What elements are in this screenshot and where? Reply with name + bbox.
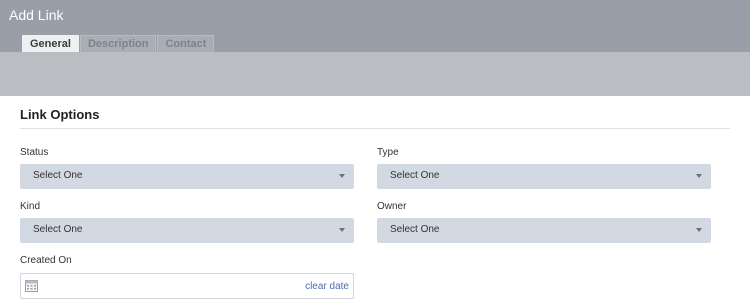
owner-select[interactable]: Select One [377, 218, 711, 243]
dialog-header: Add Link General Description Contact [0, 0, 750, 96]
chevron-down-icon [339, 228, 345, 232]
owner-select-value: Select One [390, 224, 440, 235]
tab-bar: General Description Contact [22, 35, 215, 52]
chevron-down-icon [339, 174, 345, 178]
tab-general[interactable]: General [22, 35, 79, 52]
clear-date-link[interactable]: clear date [305, 281, 349, 292]
calendar-icon[interactable] [25, 280, 38, 292]
dialog-title: Add Link [9, 7, 64, 23]
tab-contact[interactable]: Contact [157, 35, 215, 52]
kind-label: Kind [20, 201, 41, 212]
status-label: Status [20, 147, 49, 158]
section-divider [20, 128, 730, 129]
kind-select[interactable]: Select One [20, 218, 354, 243]
section-title: Link Options [20, 107, 100, 122]
header-band [0, 52, 750, 96]
type-label: Type [377, 147, 399, 158]
status-select[interactable]: Select One [20, 164, 354, 189]
chevron-down-icon [696, 228, 702, 232]
tab-description[interactable]: Description [79, 35, 157, 52]
created-on-date-field[interactable]: clear date [20, 273, 354, 299]
owner-label: Owner [377, 201, 407, 212]
kind-select-value: Select One [33, 224, 83, 235]
type-select-value: Select One [390, 170, 440, 181]
chevron-down-icon [696, 174, 702, 178]
status-select-value: Select One [33, 170, 83, 181]
created-on-label: Created On [20, 255, 72, 266]
type-select[interactable]: Select One [377, 164, 711, 189]
